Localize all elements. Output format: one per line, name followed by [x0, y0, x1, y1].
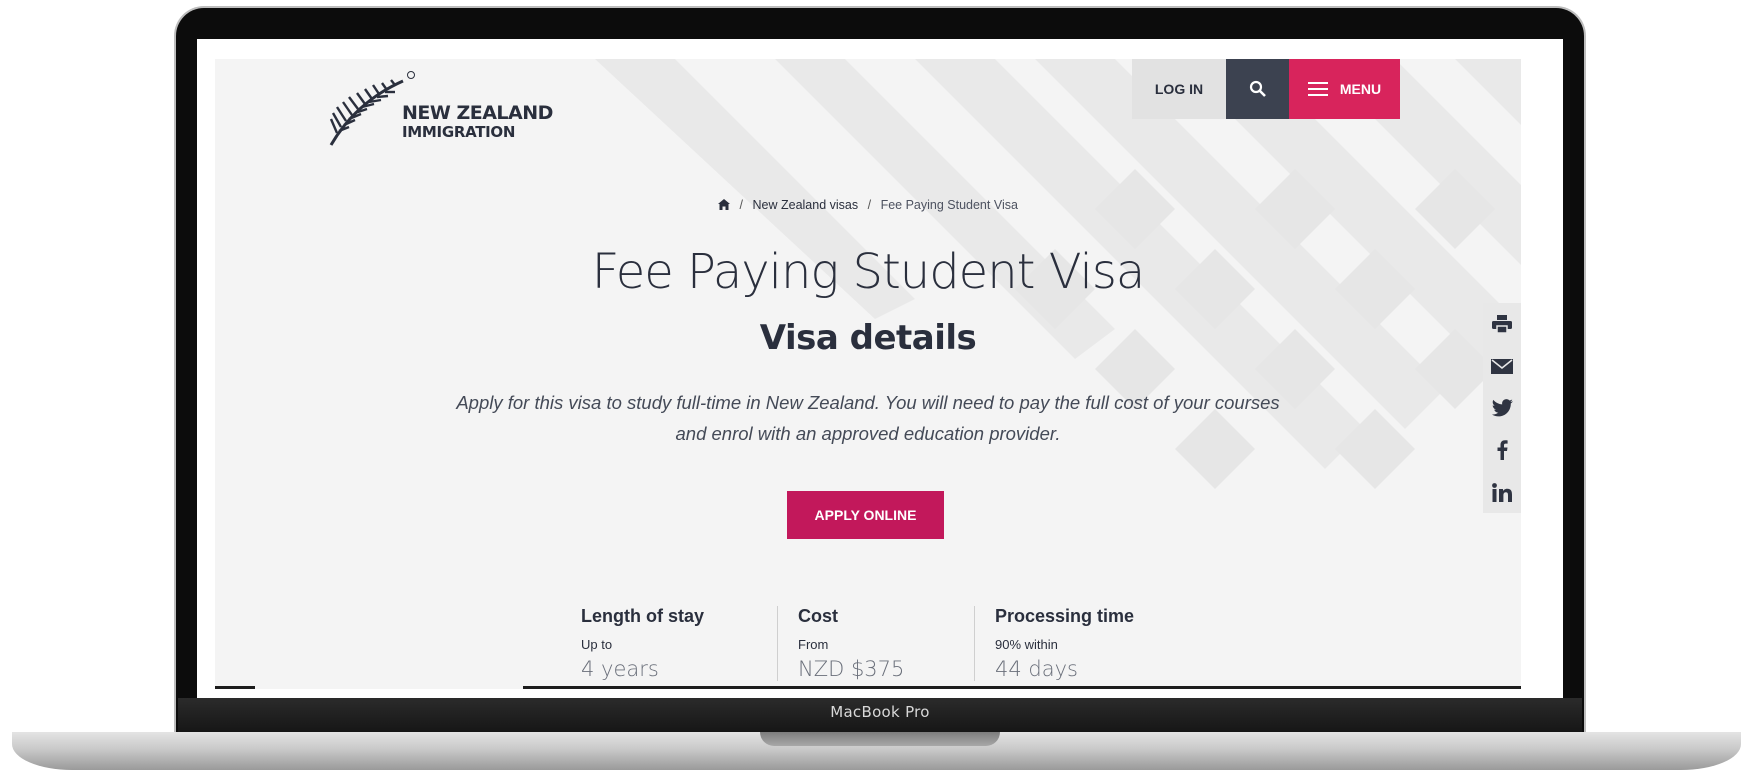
- menu-button[interactable]: MENU: [1289, 59, 1400, 119]
- fact-sub: 90% within: [995, 637, 1058, 652]
- laptop-notch: [760, 732, 1000, 746]
- laptop-chin: MacBook Pro: [178, 698, 1582, 734]
- breadcrumb-separator: /: [867, 198, 872, 212]
- share-sidebar: [1483, 303, 1521, 513]
- breadcrumb-separator: /: [739, 198, 744, 212]
- fact-sub: From: [798, 637, 829, 652]
- fact-sub: Up to: [581, 637, 613, 652]
- home-icon[interactable]: [718, 199, 731, 210]
- intro-text: Apply for this visa to study full-time i…: [456, 392, 1280, 444]
- menu-label: MENU: [1339, 81, 1382, 97]
- logo-line-1: NEW ZEALAND: [402, 102, 553, 124]
- hamburger-icon: [1307, 82, 1328, 96]
- nz-immigration-logo[interactable]: NEW ZEALAND IMMIGRATION: [327, 69, 567, 149]
- login-button[interactable]: LOG IN: [1132, 59, 1226, 119]
- fact-cost: Cost From NZD $375: [777, 606, 974, 681]
- fact-label: Cost: [798, 606, 838, 626]
- fact-value: NZD $375: [798, 657, 905, 681]
- top-nav: LOG IN MENU: [1132, 59, 1400, 119]
- breadcrumb-link-visas[interactable]: New Zealand visas: [753, 198, 859, 212]
- fact-processing-time: Processing time 90% within 44 days: [974, 606, 1217, 681]
- page-subtitle: Visa details: [759, 318, 977, 358]
- search-icon: [1249, 80, 1266, 97]
- email-icon: [1491, 358, 1513, 374]
- email-button[interactable]: [1483, 345, 1521, 387]
- facebook-icon: [1497, 440, 1508, 460]
- fact-label: Processing time: [995, 606, 1135, 626]
- breadcrumb: / New Zealand visas / Fee Paying Student…: [215, 198, 1521, 212]
- twitter-icon: [1491, 399, 1513, 417]
- linkedin-button[interactable]: [1483, 471, 1521, 513]
- fact-value: 4 years: [581, 657, 659, 681]
- fact-length-of-stay: Length of stay Up to 4 years: [581, 606, 777, 681]
- facebook-button[interactable]: [1483, 429, 1521, 471]
- web-page: NEW ZEALAND IMMIGRATION LOG IN MENU / Ne…: [215, 59, 1521, 689]
- logo-line-2: IMMIGRATION: [402, 123, 516, 141]
- fact-label: Length of stay: [581, 606, 705, 626]
- logo-text: NEW ZEALAND IMMIGRATION: [402, 104, 553, 140]
- page-bottom-rule: [215, 686, 1521, 689]
- apply-online-button[interactable]: APPLY ONLINE: [787, 491, 944, 539]
- page-title: Fee Paying Student Visa: [591, 244, 1145, 300]
- search-button[interactable]: [1226, 59, 1289, 119]
- twitter-button[interactable]: [1483, 387, 1521, 429]
- linkedin-icon: [1492, 482, 1512, 502]
- rule-gap: [255, 686, 523, 689]
- print-icon: [1492, 315, 1512, 333]
- visa-facts: Length of stay Up to 4 years Cost From N…: [581, 606, 1217, 681]
- background-pattern: [595, 59, 1521, 489]
- breadcrumb-current: Fee Paying Student Visa: [880, 198, 1018, 212]
- model-label: MacBook Pro: [830, 703, 930, 721]
- fact-value: 44 days: [995, 657, 1078, 681]
- laptop-screen: NEW ZEALAND IMMIGRATION LOG IN MENU / Ne…: [197, 39, 1563, 698]
- print-button[interactable]: [1483, 303, 1521, 345]
